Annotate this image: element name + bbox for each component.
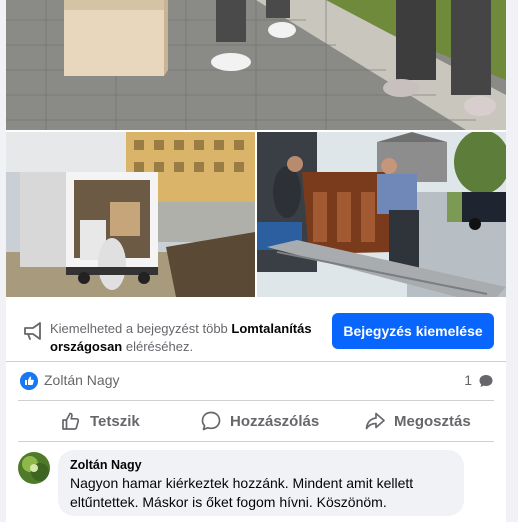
like-button[interactable]: Tetszik <box>60 402 140 440</box>
post-photo-movers-pavement[interactable] <box>6 0 506 130</box>
reactor-name[interactable]: Zoltán Nagy <box>44 372 119 388</box>
photo-piano-image <box>257 132 506 297</box>
comment-text: Nagyon hamar kiérkeztek hozzánk. Mindent… <box>70 475 414 510</box>
divider <box>6 361 506 362</box>
divider <box>18 441 494 442</box>
page-gutter <box>506 0 518 522</box>
boost-promo-banner: Kiemelheted a bejegyzést több Lomtalanít… <box>6 303 506 359</box>
megaphone-icon <box>24 322 41 340</box>
share-arrow-icon <box>365 412 385 430</box>
divider <box>18 400 494 401</box>
thumbs-up-icon[interactable] <box>20 372 38 390</box>
boost-promo-suffix: eléréséhez. <box>122 339 194 354</box>
thumbs-up-outline-icon <box>62 412 80 430</box>
photo-pavement-image <box>6 0 506 130</box>
reaction-summary: Zoltán Nagy 1 <box>6 364 506 398</box>
avatar-image <box>18 452 50 484</box>
photo-truck-image <box>6 132 255 297</box>
speech-bubble-outline-icon <box>201 411 221 431</box>
comment-count[interactable]: 1 <box>464 372 472 388</box>
post-photo-truck-loading[interactable] <box>6 132 255 297</box>
comment-bubble: Zoltán Nagy Nagyon hamar kiérkeztek hozz… <box>58 450 464 516</box>
share-button[interactable]: Megosztás <box>364 402 471 440</box>
boost-promo-text: Kiemelheted a bejegyzést több Lomtalanít… <box>50 320 320 356</box>
speech-bubble-icon <box>479 375 493 387</box>
like-label: Tetszik <box>90 412 140 430</box>
comment-label: Hozzászólás <box>230 412 320 430</box>
boost-promo-prefix: Kiemelheted a bejegyzést több <box>50 321 232 336</box>
comment-author[interactable]: Zoltán Nagy <box>70 458 452 473</box>
avatar[interactable] <box>18 452 50 484</box>
post-card: Kiemelheted a bejegyzést több Lomtalanít… <box>6 0 506 522</box>
post-action-bar: Tetszik Hozzászólás Megosztás <box>6 402 506 440</box>
share-label: Megosztás <box>394 412 471 430</box>
post-photo-piano-ramp[interactable] <box>257 132 506 297</box>
comment-button[interactable]: Hozzászólás <box>200 402 319 440</box>
comment-item: Zoltán Nagy Nagyon hamar kiérkeztek hozz… <box>6 448 506 522</box>
boost-post-button[interactable]: Bejegyzés kiemelése <box>332 313 494 349</box>
